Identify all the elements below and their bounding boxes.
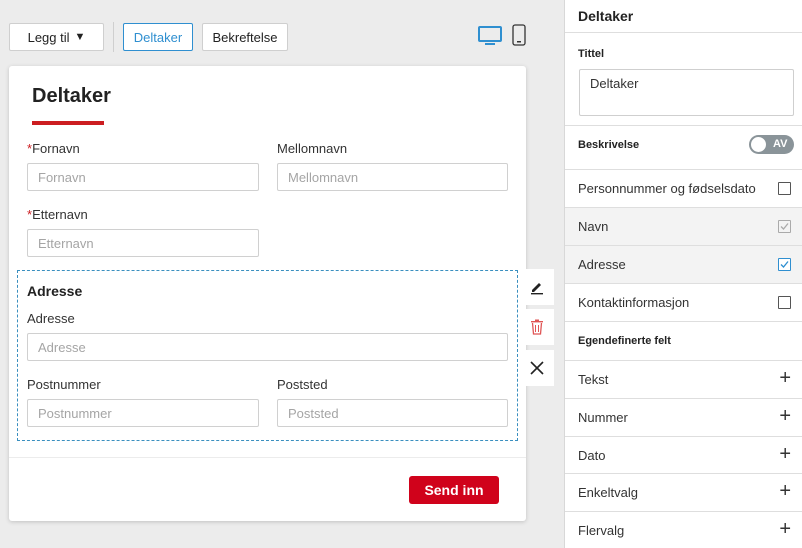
checkbox-icon[interactable] (778, 296, 791, 309)
form-title: Deltaker (32, 85, 111, 107)
title-underline (32, 121, 104, 125)
close-icon[interactable] (519, 350, 554, 386)
mobile-icon[interactable] (512, 24, 526, 49)
caret-down-icon: ▼ (74, 31, 86, 43)
custom-field-label: Nummer (578, 410, 628, 425)
fornavn-input[interactable] (27, 163, 259, 191)
toggle-knob (751, 137, 766, 152)
etternavn-label-text: Etternavn (32, 207, 88, 222)
tittel-textarea[interactable]: Deltaker (579, 69, 794, 116)
address-section-title: Adresse (27, 283, 83, 299)
toolbar: Legg til ▼ Deltaker Bekreftelse (0, 0, 564, 66)
panel-header: Deltaker (565, 0, 802, 33)
etternavn-input[interactable] (27, 229, 259, 257)
checkbox-checked-icon (778, 220, 791, 233)
field-label: Kontaktinformasjon (578, 295, 690, 310)
plus-icon[interactable]: + (779, 368, 791, 388)
tittel-label: Tittel (578, 48, 605, 60)
field-label: Adresse (578, 257, 626, 272)
custom-field-label: Enkeltvalg (578, 485, 638, 500)
beskrivelse-toggle[interactable]: AV (749, 135, 794, 154)
panel-title: Deltaker (578, 8, 634, 24)
custom-fields-label: Egendefinerte felt (578, 335, 671, 347)
field-row-personnummer[interactable]: Personnummer og fødselsdato (565, 169, 802, 208)
poststed-label: Poststed (277, 377, 328, 392)
etternavn-label: *Etternavn (27, 207, 88, 222)
fornavn-label: *Fornavn (27, 141, 80, 156)
fornavn-label-text: Fornavn (32, 141, 80, 156)
tab-deltaker[interactable]: Deltaker (123, 23, 193, 51)
plus-icon[interactable]: + (779, 444, 791, 464)
custom-row-tekst[interactable]: Tekst + (565, 360, 802, 398)
custom-section-row: Egendefinerte felt (565, 321, 802, 360)
card-divider (9, 457, 526, 458)
adresse-label: Adresse (27, 311, 75, 326)
postnummer-input[interactable] (27, 399, 259, 427)
add-button[interactable]: Legg til ▼ (9, 23, 104, 51)
checkbox-checked-icon[interactable] (778, 258, 791, 271)
custom-row-enkeltvalg[interactable]: Enkeltvalg + (565, 473, 802, 511)
trash-icon[interactable] (519, 309, 554, 345)
beskrivelse-label: Beskrivelse (578, 139, 640, 151)
plus-icon[interactable]: + (779, 519, 791, 539)
field-row-kontakt[interactable]: Kontaktinformasjon (565, 283, 802, 322)
properties-panel: Deltaker Tittel Deltaker Beskrivelse AV … (564, 0, 802, 548)
custom-field-label: Tekst (578, 372, 609, 387)
address-section[interactable]: Adresse Adresse Postnummer Poststed (17, 270, 518, 441)
custom-row-nummer[interactable]: Nummer + (565, 398, 802, 436)
toolbar-divider (113, 22, 114, 52)
poststed-input[interactable] (277, 399, 508, 427)
pencil-icon[interactable] (519, 269, 554, 305)
custom-field-label: Dato (578, 448, 606, 463)
field-row-navn[interactable]: Navn (565, 207, 802, 246)
mellomnavn-input[interactable] (277, 163, 508, 191)
custom-field-label: Flervalg (578, 523, 625, 538)
tab-bekreftelse[interactable]: Bekreftelse (202, 23, 288, 51)
field-row-adresse[interactable]: Adresse (565, 245, 802, 284)
custom-row-dato[interactable]: Dato + (565, 436, 802, 474)
custom-row-flervalg[interactable]: Flervalg + (565, 511, 802, 548)
plus-icon[interactable]: + (779, 481, 791, 501)
toggle-label: AV (773, 138, 788, 150)
checkbox-icon[interactable] (778, 182, 791, 195)
submit-button[interactable]: Send inn (409, 476, 499, 504)
form-card: Deltaker *Fornavn Mellomnavn *Etternavn … (9, 66, 526, 521)
add-button-label: Legg til (27, 29, 70, 45)
section-tools (519, 269, 554, 398)
desktop-icon[interactable] (477, 25, 503, 50)
field-label: Navn (578, 219, 609, 234)
postnummer-label: Postnummer (27, 377, 101, 392)
field-label: Personnummer og fødselsdato (578, 181, 756, 196)
adresse-input[interactable] (27, 333, 508, 361)
mellomnavn-label: Mellomnavn (277, 141, 348, 156)
plus-icon[interactable]: + (779, 406, 791, 426)
